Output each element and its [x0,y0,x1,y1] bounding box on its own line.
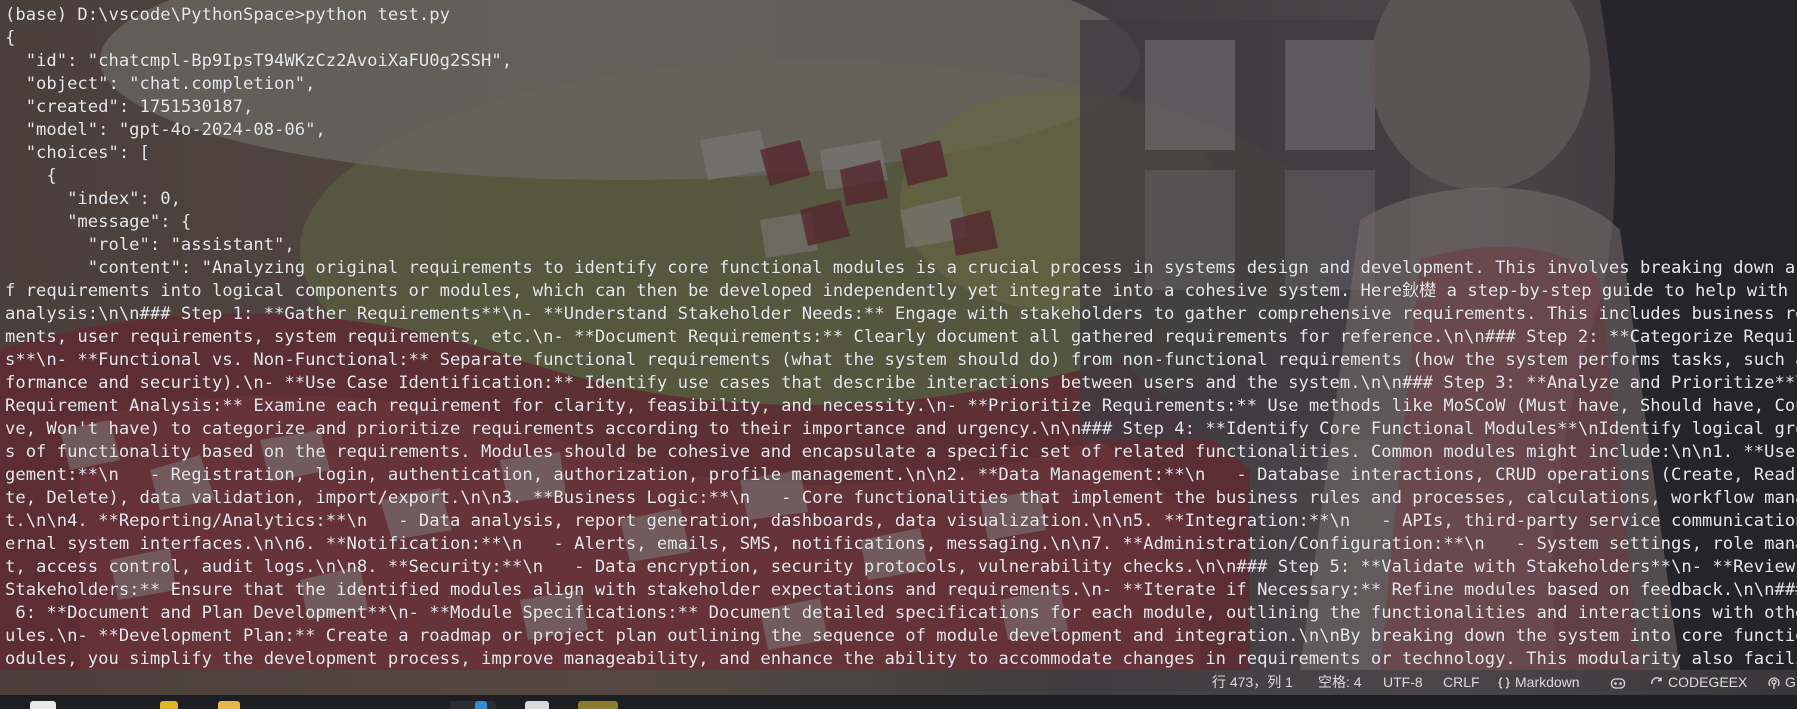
terminal-line: t.\n\n4. **Reporting/Analytics:**\n - Da… [5,511,1797,531]
terminal-line: "role": "assistant", [5,235,295,255]
language-mode[interactable]: Markdown [1497,673,1580,691]
terminal-line: 6: **Document and Plan Development**\n- … [5,603,1797,623]
terminal-line: "model": "gpt-4o-2024-08-06", [5,120,326,140]
terminal-output: (base) D:\vscode\PythonSpace>python test… [0,4,1797,670]
status-bar: 行 473，列 1 空格: 4 UTF-8 CRLF Markdown CODE… [0,670,1797,694]
terminal-line: s**\n- **Functional vs. Non-Functional:*… [5,350,1797,370]
terminal-line: formance and security).\n- **Use Case Id… [5,373,1797,393]
terminal-line: "object": "chat.completion", [5,74,316,94]
taskbar [0,695,1797,709]
screen: (base) D:\vscode\PythonSpace>python test… [0,0,1797,709]
terminal-line: (base) D:\vscode\PythonSpace>python test… [5,5,450,25]
terminal-line: te, Delete), data validation, import/exp… [5,488,1797,508]
terminal-line: ernal system interfaces.\n\n6. **Notific… [5,534,1797,554]
broadcast-icon [1768,677,1780,690]
eol-setting[interactable]: CRLF [1443,673,1480,691]
terminal-line: s of functionality based on the requirem… [5,442,1797,462]
encoding-setting[interactable]: UTF-8 [1383,673,1423,691]
codegeex-status[interactable]: CODEGEEX [1650,673,1747,691]
terminal-line: odules, you simplify the development pro… [5,649,1797,669]
codegeex-label: CODEGEEX [1668,674,1748,690]
braces-icon [1498,677,1510,689]
terminal-line: Requirement Analysis:** Examine each req… [5,396,1797,416]
taskbar-app-icon[interactable] [475,701,487,709]
terminal-line: "message": { [5,212,192,232]
copilot-status[interactable] [1610,673,1630,691]
taskbar-app-icon[interactable] [450,701,496,709]
extra-status-label: G [1785,674,1796,690]
terminal-line: "choices": [ [5,143,150,163]
taskbar-app-icon[interactable] [30,701,56,709]
extra-status-item[interactable]: G [1767,673,1796,691]
terminal-line: f requirements into logical components o… [5,281,1797,301]
taskbar-app-icon[interactable] [218,701,240,709]
terminal-line: ve, Won't have) to categorize and priori… [5,419,1797,439]
terminal-line: gement:**\n - Registration, login, authe… [5,465,1797,485]
taskbar-app-icon[interactable] [578,701,618,709]
terminal-line: "index": 0, [5,189,181,209]
terminal-line: analysis:\n\n### Step 1: **Gather Requir… [5,304,1797,324]
taskbar-app-icon[interactable] [160,701,178,709]
indentation-setting[interactable]: 空格: 4 [1318,673,1362,691]
terminal-line: ules.\n- **Development Plan:** Create a … [5,626,1797,646]
taskbar-app-icon[interactable] [525,701,549,709]
cursor-position[interactable]: 行 473，列 1 [1212,673,1293,691]
sync-icon [1651,677,1662,685]
terminal-line: t, access control, audit logs.\n\n8. **S… [5,557,1797,577]
terminal-line: "created": 1751530187, [5,97,254,117]
copilot-icon [1610,678,1626,689]
terminal-line: ments, user requirements, system require… [5,327,1797,347]
terminal-line: "id": "chatcmpl-Bp9IpsT94WKzCz2AvoiXaFU0… [5,51,513,71]
language-mode-label: Markdown [1515,674,1580,690]
terminal-line: "content": "Analyzing original requireme… [5,258,1797,278]
terminal-line: { [5,28,16,48]
terminal-line: Stakeholders:** Ensure that the identifi… [5,580,1797,600]
terminal-line: { [5,166,57,186]
